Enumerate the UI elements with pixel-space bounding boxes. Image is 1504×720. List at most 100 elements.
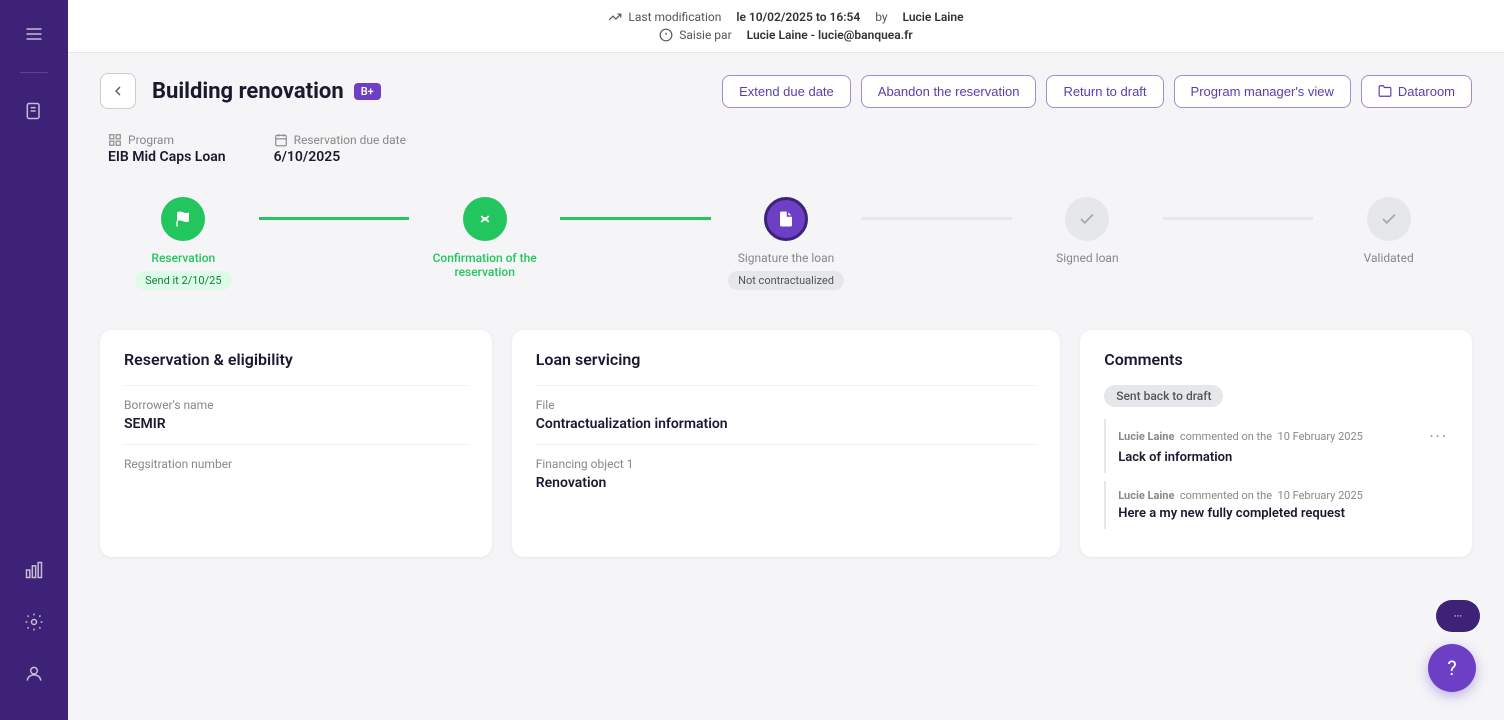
topbar-line2: Saisie par Lucie Laine - lucie@banquea.f… <box>68 28 1504 42</box>
comment-item-2: Lucie Laine commented on the 10 February… <box>1104 481 1448 529</box>
program-label: Program <box>108 133 226 147</box>
sidebar-divider-icon <box>20 72 48 73</box>
step-validated: Validated <box>1313 197 1464 265</box>
calendar-icon <box>274 133 288 147</box>
step-signature: Signature the loan Not contractualized <box>711 197 862 290</box>
borrower-value: SEMIR <box>124 416 468 432</box>
due-date-value: 6/10/2025 <box>274 149 406 165</box>
file-field: File Contractualization information <box>536 398 1036 432</box>
step-signature-sub: Not contractualized <box>728 271 844 290</box>
loan-card: Loan servicing File Contractualization i… <box>512 330 1060 557</box>
sidebar-menu-icon[interactable] <box>16 16 52 52</box>
comment-1-action: commented on the <box>1180 430 1272 443</box>
comment-badge: Sent back to draft <box>1104 385 1223 407</box>
program-value: EIB Mid Caps Loan <box>108 149 226 165</box>
info-icon <box>659 28 673 42</box>
reservation-card-title: Reservation & eligibility <box>124 350 468 369</box>
step-confirmation-label: Confirmation of the reservation <box>409 251 560 279</box>
topbar-line1: Last modification le 10/02/2025 to 16:54… <box>68 10 1504 24</box>
sidebar-note-icon[interactable] <box>16 93 52 129</box>
arrows-icon <box>476 210 494 228</box>
sidebar-chart-icon[interactable] <box>16 552 52 588</box>
comment-2-user: Lucie Laine <box>1118 489 1174 502</box>
comment-item-1: Lucie Laine commented on the 10 February… <box>1104 419 1448 473</box>
fab-label: ? <box>1447 656 1456 680</box>
extend-due-date-button[interactable]: Extend due date <box>722 75 851 108</box>
abandon-reservation-button[interactable]: Abandon the reservation <box>861 75 1037 108</box>
step-validated-circle <box>1367 197 1411 241</box>
sidebar-user-icon[interactable] <box>16 656 52 692</box>
step-line-1 <box>259 217 410 220</box>
cards-row: Reservation & eligibility Borrower's nam… <box>100 330 1472 557</box>
header-actions: Extend due date Abandon the reservation … <box>722 75 1472 108</box>
steps-container: Reservation Send it 2/10/25 Confirmation… <box>100 197 1472 290</box>
step-line-3 <box>861 217 1012 220</box>
flag-icon <box>174 210 192 228</box>
comments-card-title: Comments <box>1104 350 1448 369</box>
program-manager-view-button[interactable]: Program manager's view <box>1174 75 1351 108</box>
step-signed-circle <box>1065 197 1109 241</box>
comment-1-text: Lack of information <box>1118 450 1448 465</box>
comment-2-action: commented on the <box>1180 489 1272 502</box>
abandon-label: Abandon the reservation <box>878 84 1020 99</box>
file-label: File <box>536 398 1036 412</box>
return-draft-label: Return to draft <box>1063 84 1146 99</box>
folder-icon <box>1378 84 1392 98</box>
borrower-field: Borrower's name SEMIR <box>124 398 468 432</box>
help-fab-button[interactable]: ? <box>1428 644 1476 692</box>
program-meta: Program EIB Mid Caps Loan <box>108 133 226 165</box>
step-signature-label: Signature the loan <box>738 251 835 265</box>
step-reservation-circle <box>161 197 205 241</box>
financing-field: Financing object 1 Renovation <box>536 457 1036 491</box>
sidebar <box>0 0 68 720</box>
page-title: Building renovation B+ <box>152 79 381 104</box>
check-icon-validated <box>1380 210 1398 228</box>
step-validated-label: Validated <box>1364 251 1414 265</box>
topbar-saisie-user: Lucie Laine - lucie@banquea.fr <box>747 28 913 42</box>
dataroom-button[interactable]: Dataroom <box>1361 75 1472 108</box>
topbar-saisie-label: Saisie par <box>679 28 731 42</box>
due-date-meta: Reservation due date 6/10/2025 <box>274 133 406 165</box>
step-signature-circle <box>764 197 808 241</box>
page-badge: B+ <box>354 83 381 100</box>
financing-label: Financing object 1 <box>536 457 1036 471</box>
due-date-label: Reservation due date <box>274 133 406 147</box>
loan-divider-1 <box>536 385 1036 386</box>
comment-1-more-button[interactable]: ··· <box>1429 427 1448 446</box>
comment-2-text: Here a my new fully completed request <box>1118 506 1448 521</box>
comment-1-date: 10 February 2025 <box>1278 430 1363 443</box>
registration-label: Regsitration number <box>124 457 468 471</box>
file-value: Contractualization information <box>536 416 1036 432</box>
step-signed-label: Signed loan <box>1056 251 1118 265</box>
step-line-4 <box>1163 217 1314 220</box>
step-signed: Signed loan <box>1012 197 1163 265</box>
topbar-by-label: by <box>875 10 887 24</box>
step-reservation-label: Reservation <box>151 251 215 265</box>
loan-divider-2 <box>536 444 1036 445</box>
chat-fab-label: ··· <box>1454 610 1463 623</box>
step-reservation-sub: Send it 2/10/25 <box>135 271 231 290</box>
page: Building renovation B+ Extend due date A… <box>68 53 1504 720</box>
page-header: Building renovation B+ Extend due date A… <box>100 73 1472 109</box>
document-icon <box>777 210 795 228</box>
step-confirmation: Confirmation of the reservation <box>409 197 560 279</box>
loan-card-title: Loan servicing <box>536 350 1036 369</box>
back-button[interactable] <box>100 73 136 109</box>
extend-label: Extend due date <box>739 84 834 99</box>
step-line-2 <box>560 217 711 220</box>
comment-2-meta: Lucie Laine commented on the 10 February… <box>1118 489 1448 502</box>
card-divider-2 <box>124 444 468 445</box>
trending-icon <box>608 10 622 24</box>
comment-1-user: Lucie Laine <box>1118 430 1174 443</box>
return-to-draft-button[interactable]: Return to draft <box>1046 75 1163 108</box>
check-icon-signed <box>1078 210 1096 228</box>
card-divider-1 <box>124 385 468 386</box>
step-reservation: Reservation Send it 2/10/25 <box>108 197 259 290</box>
comments-card: Comments Sent back to draft Lucie Laine … <box>1080 330 1472 557</box>
topbar-modification-user: Lucie Laine <box>903 10 964 24</box>
borrower-label: Borrower's name <box>124 398 468 412</box>
sidebar-gear-icon[interactable] <box>16 604 52 640</box>
dataroom-label: Dataroom <box>1398 84 1455 99</box>
chat-expand-button[interactable]: ··· <box>1436 600 1480 632</box>
step-confirmation-circle <box>463 197 507 241</box>
